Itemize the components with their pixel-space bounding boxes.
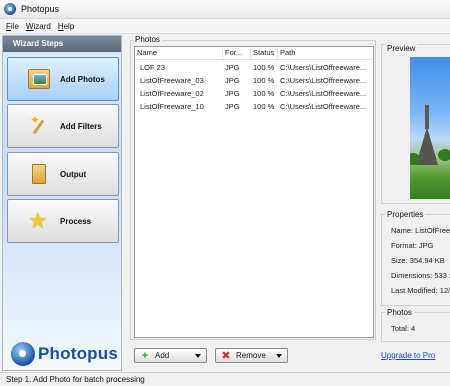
menu-wizard[interactable]: Wizard [26,22,51,31]
menu-help[interactable]: Help [58,22,74,31]
properties-group-title: Properties [385,210,426,219]
preview-image [410,57,450,199]
photo-status: 100 % [253,76,275,85]
step-label: Process [60,216,92,226]
photo-format: JPG [225,63,240,72]
photo-path: C:\Users\ListOffreeware... [280,89,367,98]
tree-shape [438,149,450,161]
photo-name: ListOfFreeware_03 [140,76,204,85]
step-label: Add Filters [60,121,102,131]
list-header: Name For... Status Path [135,47,373,60]
photo-name: ListOfFreeware_10 [140,102,204,111]
photos-group-title: Photos [133,35,162,44]
photo-name: LOF 23 [140,63,166,72]
list-item[interactable]: LOF 23 JPG 100 % C:\Users\ListOffreeware… [135,62,373,73]
add-button[interactable]: + Add [134,348,207,363]
step-label: Add Photos [60,74,105,84]
property-last-modified: Last Modified: 12/ [391,286,450,295]
column-header-status[interactable]: Status [251,47,278,59]
photo-status: 100 % [253,102,275,111]
remove-button[interactable]: ✖ Remove [215,348,288,363]
star-icon: ★ [28,208,48,233]
photopus-logo: Photopus [11,342,118,366]
remove-label: Remove [236,351,266,360]
photo-format: JPG [225,76,240,85]
property-dimensions: Dimensions: 533 x [391,271,450,280]
list-item[interactable]: ListOfFreeware_02 JPG 100 % C:\Users\Lis… [135,88,373,99]
property-format: Format: JPG [391,241,434,250]
menu-file[interactable]: File [6,22,19,31]
property-size: Size: 354.94 KB [391,256,445,265]
logo-text: Photopus [38,344,118,363]
property-name: Name: ListOfFreeware_ [391,226,450,235]
step-output-button[interactable]: Output [7,152,119,196]
photo-status: 100 % [253,63,275,72]
chevron-down-icon [276,354,282,358]
status-bar: Step 1. Add Photo for batch processing [0,372,450,386]
sidebar-header: Wizard Steps [3,36,121,52]
chevron-down-icon [195,354,201,358]
photos-list[interactable]: Name For... Status Path LOF 23 JPG 100 %… [134,46,374,338]
wizard-sidebar: Wizard Steps Add Photos Add Filters Outp… [2,35,122,371]
magic-wand-icon [28,113,50,136]
photo-format: JPG [225,89,240,98]
list-item[interactable]: ListOfFreeware_03 JPG 100 % C:\Users\Lis… [135,75,373,86]
step-add-filters-button[interactable]: Add Filters [7,104,119,148]
total-count: Total: 4 [391,324,416,333]
menu-bar: File Wizard Help [0,19,450,34]
step-process-button[interactable]: ★ Process [7,199,119,243]
remove-x-icon: ✖ [221,349,231,362]
app-icon [4,3,16,15]
photo-format: JPG [225,102,240,111]
column-header-path[interactable]: Path [278,47,373,59]
add-label: Add [155,351,170,360]
plus-icon: + [141,349,149,362]
photo-name: ListOfFreeware_02 [140,89,204,98]
title-bar: Photopus [0,0,450,19]
column-header-name[interactable]: Name [135,47,223,59]
upgrade-to-pro-link[interactable]: Upgrade to Pro [381,351,435,360]
step-add-photos-button[interactable]: Add Photos [7,57,119,101]
folder-icon [32,164,46,184]
photo-path: C:\Users\ListOffreeware... [280,76,367,85]
preview-group-title: Preview [385,44,418,53]
photo-path: C:\Users\ListOffreeware... [280,102,367,111]
logo-icon [11,342,35,366]
step-label: Output [60,169,87,179]
photo-status: 100 % [253,89,275,98]
stats-group-title: Photos [385,308,414,317]
list-item[interactable]: ListOfFreeware_10 JPG 100 % C:\Users\Lis… [135,101,373,112]
photo-path: C:\Users\ListOffreeware... [280,63,367,72]
add-photos-icon [28,69,50,89]
column-header-format[interactable]: For... [223,47,251,59]
window-title: Photopus [21,4,60,14]
